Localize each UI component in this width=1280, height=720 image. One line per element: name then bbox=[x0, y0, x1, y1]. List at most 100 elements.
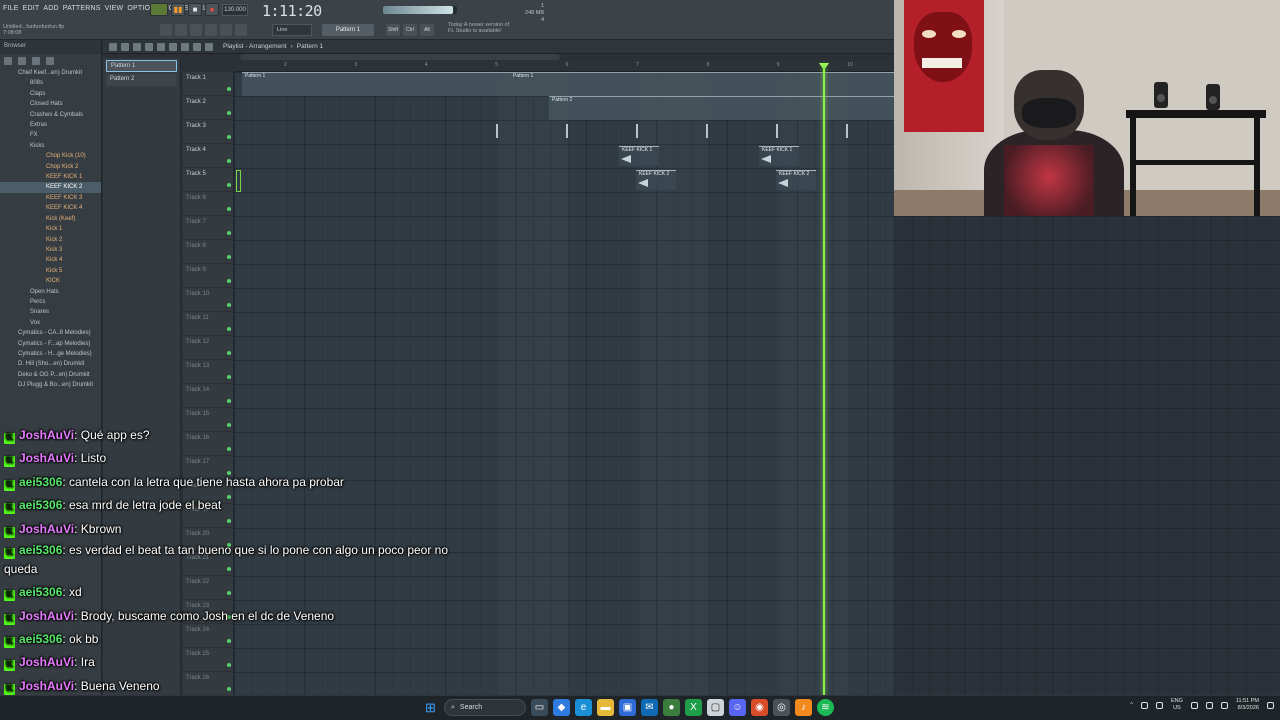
chat-username[interactable]: JoshAuVi bbox=[19, 655, 74, 669]
menu-add[interactable]: ADD bbox=[43, 5, 58, 12]
stop-button[interactable]: ■ bbox=[188, 3, 202, 16]
plugin-icon[interactable] bbox=[220, 24, 232, 36]
track-header[interactable]: Track 5 bbox=[183, 168, 233, 192]
track-mute-led[interactable] bbox=[227, 159, 231, 163]
track-mute-led[interactable] bbox=[227, 279, 231, 283]
browser-folder[interactable]: Deko & OG P...en) Drumkit bbox=[0, 370, 101, 380]
browser-folder[interactable]: Claps bbox=[0, 89, 101, 99]
track-mute-led[interactable] bbox=[227, 327, 231, 331]
channel-rack-icon[interactable] bbox=[175, 24, 187, 36]
audio-clip[interactable]: KEEF KICK 2 bbox=[776, 170, 816, 190]
taskbar-search[interactable]: ⌕ Search bbox=[444, 699, 526, 716]
delete-tool-icon[interactable] bbox=[157, 42, 165, 51]
track-mute-led[interactable] bbox=[227, 255, 231, 259]
browser-file[interactable]: Kick 5 bbox=[0, 266, 101, 276]
star-icon[interactable] bbox=[46, 57, 54, 65]
audio-clip[interactable] bbox=[566, 124, 570, 138]
menu-patterns[interactable]: PATTERNS bbox=[63, 5, 101, 12]
snap-icon[interactable] bbox=[121, 42, 129, 51]
excel-icon[interactable]: X bbox=[685, 699, 702, 716]
browser-folder[interactable]: Snares bbox=[0, 307, 101, 317]
playhead[interactable] bbox=[823, 64, 825, 695]
track-header[interactable]: Track 11 bbox=[183, 312, 233, 336]
browser-file[interactable]: Kick 3 bbox=[0, 245, 101, 255]
song-position[interactable]: 1:11:20 bbox=[262, 2, 322, 20]
shift-key[interactable]: Shift bbox=[386, 24, 400, 36]
tempo-display[interactable]: 130.000 bbox=[222, 3, 248, 16]
track-mute-led[interactable] bbox=[227, 183, 231, 187]
browser-file[interactable]: KEEF KICK 4 bbox=[0, 203, 101, 213]
mixer-icon[interactable] bbox=[190, 24, 202, 36]
browser-file[interactable]: Chop Kick (10) bbox=[0, 151, 101, 161]
update-notice[interactable]: Today A newer version of FL Studio is av… bbox=[448, 22, 509, 34]
obs-icon[interactable]: ◎ bbox=[773, 699, 790, 716]
chat-username[interactable]: JoshAuVi bbox=[19, 428, 74, 442]
playlist-menu-icon[interactable] bbox=[109, 42, 117, 51]
snap-select[interactable]: Line bbox=[272, 24, 312, 36]
browser-folder[interactable]: Extras bbox=[0, 120, 101, 130]
back-icon[interactable] bbox=[4, 57, 12, 65]
chat-username[interactable]: JoshAuVi bbox=[19, 451, 74, 465]
pattern-song-toggle[interactable] bbox=[150, 3, 168, 16]
chat-username[interactable]: JoshAuVi bbox=[19, 679, 74, 693]
audio-clip[interactable]: KEEF KICK 2 bbox=[636, 170, 676, 190]
language-indicator[interactable]: ENG US bbox=[1171, 698, 1183, 712]
edge-icon[interactable]: e bbox=[575, 699, 592, 716]
audio-clip[interactable] bbox=[496, 124, 500, 138]
zoom-tool-icon[interactable] bbox=[205, 42, 213, 51]
browser-file[interactable]: KEEF KICK 1 bbox=[0, 172, 101, 182]
track-mute-led[interactable] bbox=[227, 135, 231, 139]
track-header[interactable]: Track 13 bbox=[183, 360, 233, 384]
piano-roll-icon[interactable] bbox=[160, 24, 172, 36]
browser-folder[interactable]: Percs bbox=[0, 297, 101, 307]
track-mute-led[interactable] bbox=[227, 351, 231, 355]
browser-file[interactable]: Kick (Keef) bbox=[0, 214, 101, 224]
browser-folder[interactable]: Closed Hats bbox=[0, 99, 101, 109]
pattern-clip[interactable]: Pattern 2 bbox=[549, 96, 894, 120]
search-icon[interactable] bbox=[32, 57, 40, 65]
pattern-clip[interactable]: Pattern 1 bbox=[242, 72, 510, 96]
browser-folder[interactable]: D. Hill (Sho...en) Drumkit bbox=[0, 359, 101, 369]
track-header[interactable]: Track 8 bbox=[183, 240, 233, 264]
capture-icon[interactable]: ▢ bbox=[707, 699, 724, 716]
wifi-icon[interactable] bbox=[1190, 701, 1198, 709]
track-mute-led[interactable] bbox=[227, 399, 231, 403]
browser-folder[interactable]: 808s bbox=[0, 78, 101, 88]
audio-clip[interactable] bbox=[846, 124, 850, 138]
audio-clip[interactable]: KEEF KICK 1 bbox=[759, 146, 799, 166]
mic-icon[interactable] bbox=[235, 24, 247, 36]
copilot-icon[interactable]: ◆ bbox=[553, 699, 570, 716]
pattern-selector[interactable]: Pattern 1 bbox=[322, 24, 374, 36]
track-mute-led[interactable] bbox=[227, 303, 231, 307]
file-explorer-icon[interactable]: ▬ bbox=[597, 699, 614, 716]
browser-file[interactable]: KICK bbox=[0, 276, 101, 286]
track-mute-led[interactable] bbox=[227, 207, 231, 211]
track-header[interactable]: Track 6 bbox=[183, 192, 233, 216]
track-header[interactable]: Track 9 bbox=[183, 264, 233, 288]
chat-username[interactable]: JoshAuVi bbox=[19, 609, 74, 623]
playlist-pattern[interactable]: Pattern 1 bbox=[297, 43, 323, 50]
browser-folder[interactable]: Crashes & Cymbals bbox=[0, 110, 101, 120]
track-mute-led[interactable] bbox=[227, 375, 231, 379]
pattern-clip[interactable]: Pattern 1 bbox=[510, 72, 894, 96]
audio-clip[interactable] bbox=[776, 124, 780, 138]
track-header[interactable]: Track 14 bbox=[183, 384, 233, 408]
clock[interactable]: 11:51 PM 8/3/2026 bbox=[1236, 698, 1259, 712]
track-header[interactable]: Track 7 bbox=[183, 216, 233, 240]
browser-folder[interactable]: FX bbox=[0, 130, 101, 140]
discord-icon[interactable]: ☺ bbox=[729, 699, 746, 716]
chat-username[interactable]: aei5306 bbox=[19, 543, 62, 557]
audio-clip[interactable]: KEEF KICK 1 bbox=[619, 146, 659, 166]
network-icon[interactable] bbox=[1140, 701, 1148, 709]
track-mute-led[interactable] bbox=[227, 87, 231, 91]
chat-username[interactable]: aei5306 bbox=[19, 585, 62, 599]
select-tool-icon[interactable] bbox=[193, 42, 201, 51]
pattern-item[interactable]: Pattern 2 bbox=[106, 74, 177, 86]
slice-tool-icon[interactable] bbox=[181, 42, 189, 51]
browser-file[interactable]: KEEF KICK 3 bbox=[0, 193, 101, 203]
tray-chevron-icon[interactable]: ^ bbox=[1130, 702, 1133, 708]
track-mute-led[interactable] bbox=[227, 111, 231, 115]
paint-tool-icon[interactable] bbox=[145, 42, 153, 51]
browser-file[interactable]: Kick 1 bbox=[0, 224, 101, 234]
chat-username[interactable]: JoshAuVi bbox=[19, 522, 74, 536]
